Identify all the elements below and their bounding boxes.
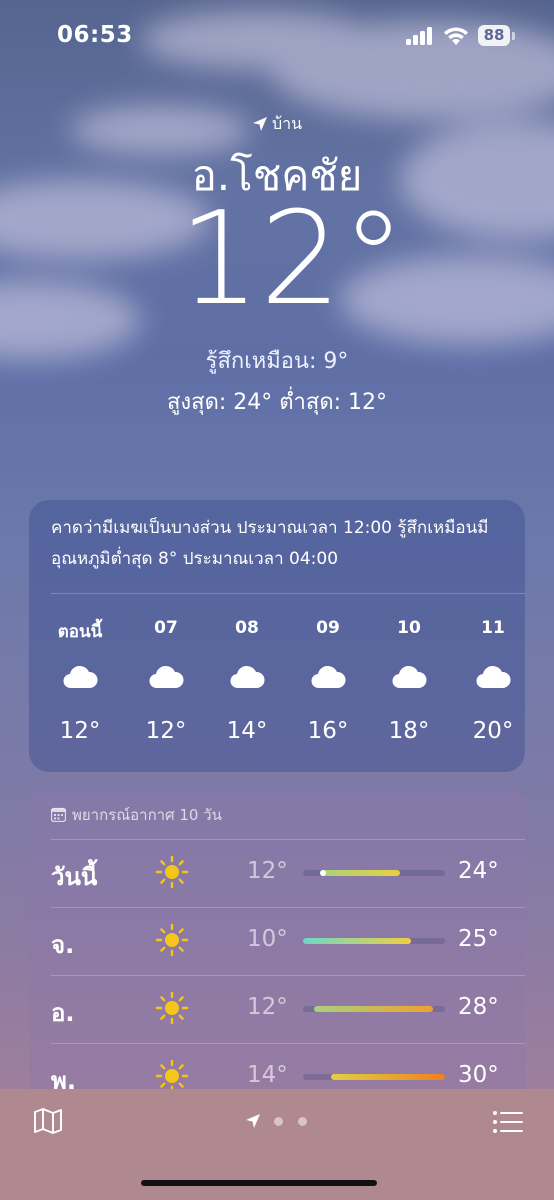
daily-forecast-title: พยากรณ์อากาศ 10 วัน [72, 806, 222, 824]
hourly-item: 11 20° [458, 618, 528, 744]
cloud-icon [392, 665, 427, 689]
temp-range-fill [303, 938, 411, 944]
hourly-item: 08 14° [212, 618, 282, 744]
battery-cap [512, 32, 515, 40]
high-low: สูงสุด: 24° ต่ำสุด: 12° [166, 390, 388, 415]
daily-low: 14° [247, 1062, 288, 1088]
hourly-time: ตอนนี้ [57, 622, 103, 642]
cloud-icon [311, 665, 346, 689]
hourly-item: 07 12° [131, 618, 201, 744]
hourly-temp: 18° [388, 718, 430, 744]
hourly-time: 07 [154, 618, 178, 638]
status-time: 06:53 [57, 22, 133, 48]
cellular-signal-icon [406, 27, 432, 45]
sun-icon [155, 855, 189, 889]
daily-high: 24° [458, 858, 499, 884]
hourly-temp: 14° [226, 718, 268, 744]
daily-row[interactable]: จ. 10° 25° [29, 907, 525, 975]
sun-icon [155, 1059, 189, 1093]
hourly-temp: 12° [59, 718, 101, 744]
location-arrow-icon [252, 117, 267, 131]
location-label: บ้าน [271, 114, 303, 133]
daily-row[interactable]: อ. 12° 28° [29, 975, 525, 1043]
hourly-time: 09 [316, 618, 340, 638]
hourly-time: 11 [481, 618, 505, 638]
temp-range-bar [303, 870, 445, 876]
home-indicator [141, 1180, 377, 1186]
daily-row[interactable]: วันนี้ 12° 24° [29, 839, 525, 907]
hourly-item: ตอนนี้ 12° [45, 618, 115, 744]
location-arrow-icon[interactable] [245, 1113, 261, 1129]
current-temp-dot [320, 870, 326, 876]
hourly-forecast-card[interactable]: คาดว่ามีเมฆเป็นบางส่วน ประมาณเวลา 12:00 … [29, 500, 525, 772]
wifi-icon [444, 27, 468, 45]
battery-indicator: 88 [478, 25, 510, 46]
temp-range-bar [303, 1006, 445, 1012]
calendar-icon [50, 807, 67, 823]
daily-day: อ. [51, 999, 75, 1027]
hourly-time: 10 [397, 618, 421, 638]
temp-range-fill [314, 1006, 433, 1012]
daily-low: 12° [247, 994, 288, 1020]
cloud-icon [63, 665, 98, 689]
location-label-row: บ้าน [0, 112, 554, 137]
hourly-time: 08 [235, 618, 259, 638]
list-icon[interactable] [492, 1110, 524, 1134]
hourly-divider [51, 593, 525, 594]
hourly-item: 10 18° [374, 618, 444, 744]
cloud-icon [476, 665, 511, 689]
daily-forecast-card[interactable]: พยากรณ์อากาศ 10 วัน วันนี้ 12° 24° จ. 10° 25°… [29, 787, 525, 1117]
map-icon[interactable] [33, 1107, 63, 1135]
temp-range-bar [303, 1074, 445, 1080]
hourly-temp: 12° [145, 718, 187, 744]
temp-range-bar [303, 938, 445, 944]
hourly-temp: 20° [472, 718, 514, 744]
hourly-temp: 16° [307, 718, 349, 744]
temp-range-fill [331, 1074, 445, 1080]
daily-low: 12° [247, 858, 288, 884]
page-indicator-dot[interactable] [298, 1117, 307, 1126]
hourly-item: 09 16° [293, 618, 363, 744]
daily-forecast-header: พยากรณ์อากาศ 10 วัน [50, 803, 222, 827]
cloud-icon [149, 665, 184, 689]
daily-day: จ. [51, 931, 75, 959]
sun-icon [155, 923, 189, 957]
temp-range-fill [320, 870, 400, 876]
status-bar: 06:53 88 [0, 0, 554, 70]
daily-high: 25° [458, 926, 499, 952]
sun-icon [155, 991, 189, 1025]
feels-like: รู้สึกเหมือน: 9° [205, 349, 349, 374]
daily-high: 30° [458, 1062, 499, 1088]
hourly-summary: คาดว่ามีเมฆเป็นบางส่วน ประมาณเวลา 12:00 … [51, 518, 489, 569]
daily-day: วันนี้ [51, 863, 98, 891]
daily-low: 10° [247, 926, 288, 952]
current-temperature: 12° [178, 185, 406, 334]
page-indicator-dot[interactable] [274, 1117, 283, 1126]
daily-high: 28° [458, 994, 499, 1020]
cloud-icon [230, 665, 265, 689]
